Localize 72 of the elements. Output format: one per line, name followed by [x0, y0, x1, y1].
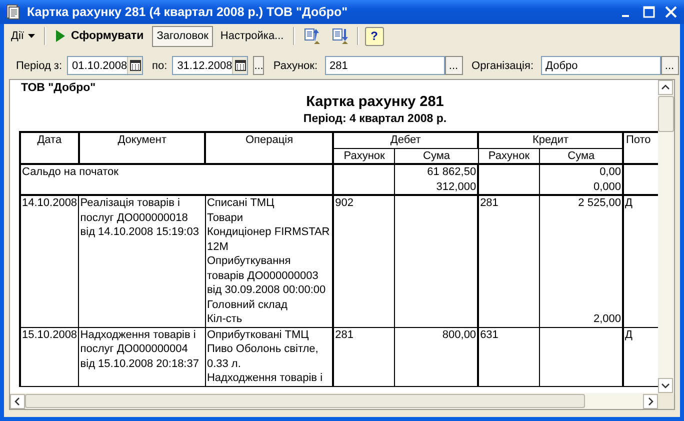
calendar-icon[interactable]: [234, 60, 246, 71]
help-button[interactable]: ?: [364, 26, 384, 46]
scroll-left-icon[interactable]: [10, 394, 25, 408]
scroll-right-icon[interactable]: [643, 394, 658, 408]
table-cell: Сальдо на початок: [20, 164, 334, 195]
document-icon: [5, 4, 21, 20]
column-header: Рахунок: [478, 148, 540, 164]
table-cell: Реалізація товарів і послуг ДО000000018 від 14.10.2008 15:19:03: [78, 195, 206, 327]
table-cell: 631: [478, 327, 540, 386]
table-cell-text: 2 525,00: [577, 196, 621, 210]
table-cell-text: Кондиціонер FIRMSTAR 12M: [206, 225, 331, 254]
scroll-down-icon[interactable]: [658, 378, 673, 393]
report-title: Картка рахунку 281: [305, 94, 445, 110]
table-cell-text: Товари: [206, 210, 244, 225]
column-header: Дата: [20, 132, 79, 164]
scroll-up-icon[interactable]: [658, 80, 673, 95]
window-title: Картка рахунку 281 (4 квартал 2008 р.) ТОВ "Добро": [27, 5, 349, 19]
field-label: Період з:: [16, 60, 62, 72]
period-select-button[interactable]: ...: [253, 56, 264, 75]
table-cell: Надходження товарів і послуг ДО000000004 від 15.10.2008 20:18:37: [78, 327, 206, 386]
table-cell-text: Надходження товарів і: [206, 371, 324, 386]
table-cell: 281: [333, 327, 395, 386]
table-cell: 15.10.2008: [20, 327, 79, 386]
generate-button[interactable]: Сформувати: [50, 26, 150, 46]
maximize-icon[interactable]: [642, 5, 656, 19]
date-field[interactable]: 31.12.2008: [172, 56, 248, 75]
column-header: Сума: [394, 148, 478, 164]
column-header: Сума: [540, 148, 623, 164]
date-field[interactable]: 01.10.2008: [67, 56, 144, 75]
table-cell-text: 2,000: [592, 312, 621, 326]
vertical-scrollbar[interactable]: [658, 80, 674, 393]
table-cell: 800,00: [394, 327, 478, 386]
scrollbar-corner: [658, 393, 674, 409]
caret-icon: [28, 34, 35, 38]
report-period: Період: 4 квартал 2008 р.: [302, 113, 448, 125]
actions-menu[interactable]: Дії: [6, 26, 40, 46]
table-cell-text: Пиво Оболонь світле, 0.33 л.: [206, 342, 320, 371]
calendar-icon[interactable]: [130, 60, 141, 71]
field-label: Організація:: [472, 60, 534, 72]
table-cell: 14.10.2008: [20, 195, 79, 327]
table-cell-text: Оприбуткування товарів ДО000000003 від 30.09.2008 00:00:00: [206, 254, 327, 298]
table-cell: 902: [333, 195, 395, 327]
toolbar-button[interactable]: Настройка...: [215, 26, 289, 46]
select-field[interactable]: 281: [324, 56, 445, 75]
play-icon: [56, 30, 65, 42]
field-label: по:: [152, 60, 168, 72]
document-arrow-up-icon: [302, 27, 321, 45]
document-arrow-down-icon: [330, 27, 349, 45]
select-field[interactable]: Добро: [540, 56, 661, 75]
organization-name: ТОВ "Добро": [21, 82, 97, 94]
column-header: Рахунок: [333, 148, 395, 164]
table-cell-text: Головний склад: [206, 298, 288, 312]
horizontal-scrollbar[interactable]: [10, 393, 674, 409]
table-cell: 281: [478, 195, 540, 327]
scroll-thumb[interactable]: [25, 394, 585, 408]
table-cell-text: 312,000: [435, 180, 476, 194]
close-icon[interactable]: [664, 5, 678, 19]
column-header: Документ: [78, 132, 206, 164]
table-cell-text: Списані ТМЦ: [206, 196, 276, 210]
table-cell-text: Кіл-сть: [206, 312, 244, 326]
table-cell-text: 0,00: [598, 165, 621, 180]
table-cell-text: 61 862,50: [426, 165, 476, 180]
scroll-thumb[interactable]: [658, 96, 674, 132]
field-label: Рахунок:: [273, 60, 318, 72]
table-cell-text: 0,000: [592, 180, 621, 194]
select-button[interactable]: ...: [660, 56, 679, 75]
column-header: Дебет: [333, 132, 478, 148]
column-header: Кредит: [478, 132, 623, 148]
column-header: Операція: [205, 132, 334, 164]
toolbar-button[interactable]: Заголовок: [152, 26, 214, 46]
table-cell-text: Оприбутковані ТМЦ: [206, 328, 310, 342]
select-button[interactable]: ...: [444, 56, 463, 75]
